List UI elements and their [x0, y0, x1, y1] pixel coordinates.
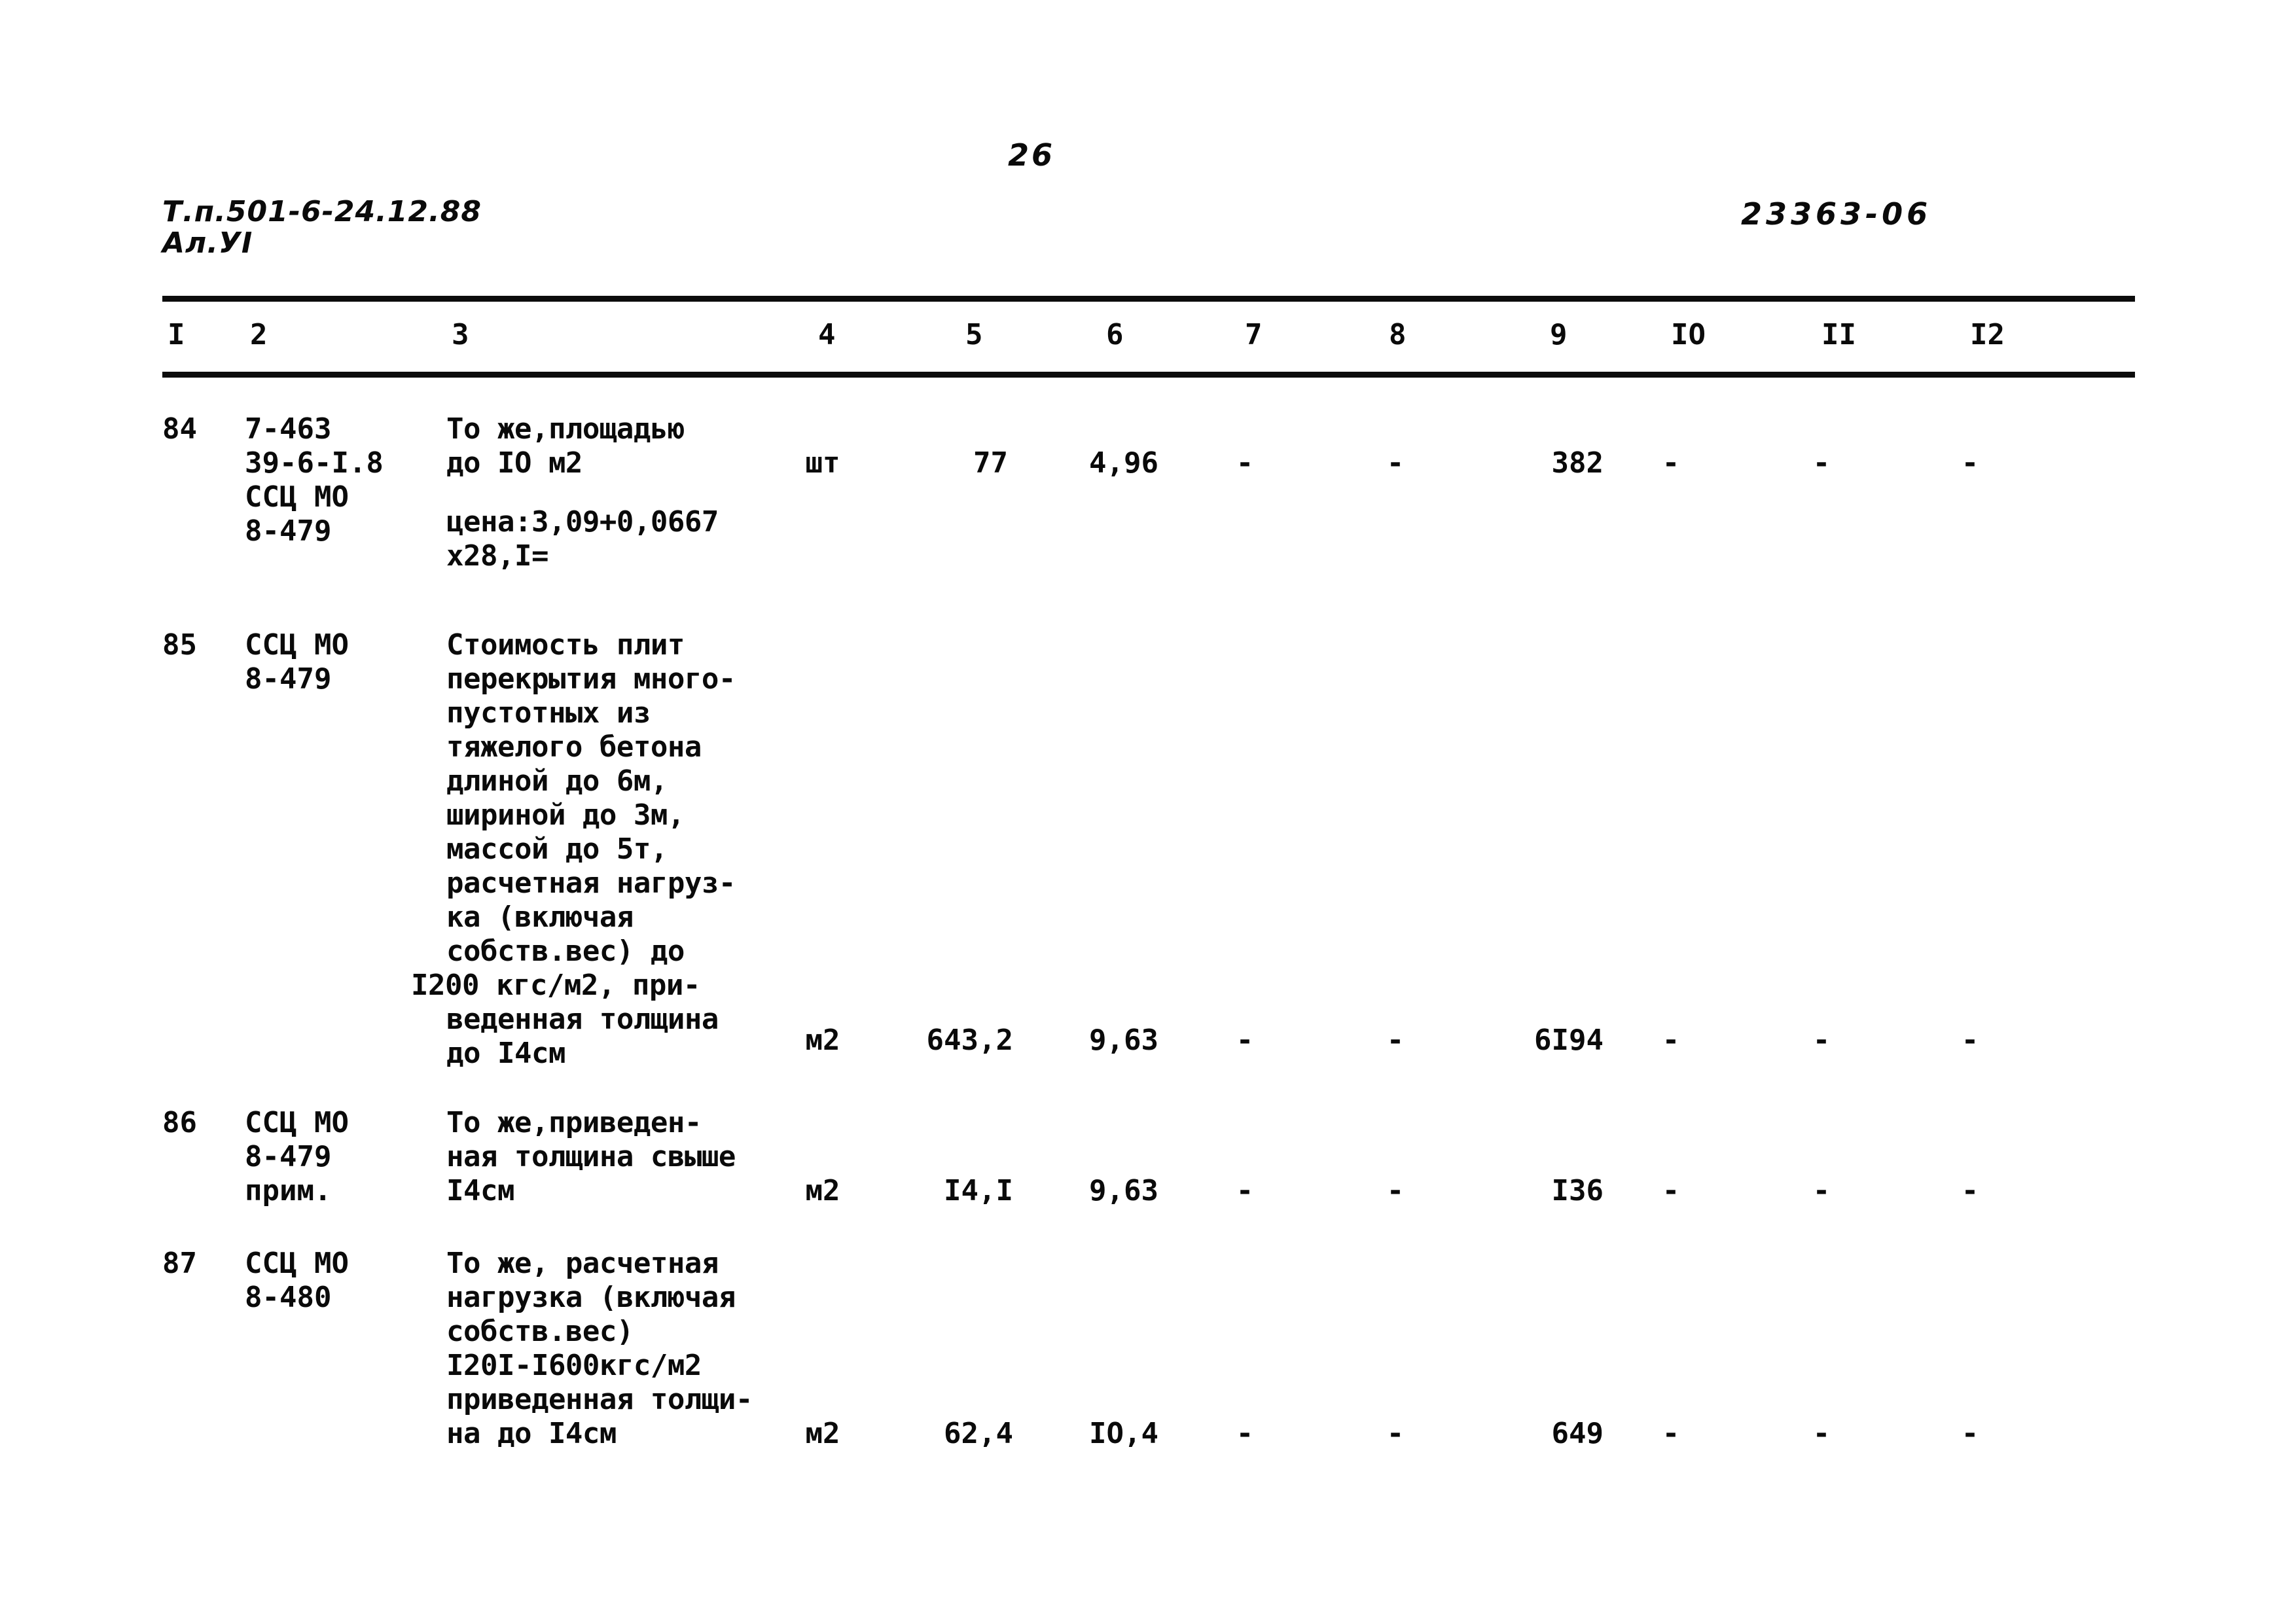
column-header-2: 2 [250, 318, 268, 351]
table-row-84-col-10: - [1662, 446, 1680, 480]
table-row-87-col-7: - [1236, 1417, 1254, 1450]
table-row-84-col-11: - [1812, 446, 1831, 480]
table-row-86-col-1: 86 [162, 1106, 197, 1139]
document-page: 26 Т.п.501-6-24.12.88 Ал.УI 23363-06 I 2 … [0, 0, 2296, 1623]
table-row-84-col-9: 382 [1551, 446, 1604, 480]
table-row-85-col-8: - [1386, 1024, 1405, 1057]
table-row-84-col-7: - [1236, 446, 1254, 480]
column-header-3: 3 [452, 318, 469, 351]
table-row-85-col-10: - [1662, 1024, 1680, 1057]
table-row-84-col-4: шт [805, 446, 840, 480]
table-row-85-col-3-outdent: I200 кгс/м2, при- [411, 969, 700, 1002]
document-code-left: Т.п.501-6-24.12.88 Ал.УI [162, 196, 482, 259]
table-row-87-col-8: - [1386, 1417, 1405, 1450]
document-code-right: 23363-06 [1741, 196, 1932, 232]
page-number: 26 [1008, 137, 1056, 173]
column-header-12: I2 [1970, 318, 2005, 351]
column-header-9: 9 [1550, 318, 1568, 351]
document-code-left-line2: Ал.УI [162, 226, 253, 260]
table-row-84-col-1: 84 [162, 412, 197, 446]
table-row-84-col-2: 7-463 39-6-I.8 ССЦ МО 8-479 [245, 412, 384, 548]
table-row-86-col-10: - [1662, 1174, 1680, 1207]
table-row-84-col-12: - [1961, 446, 1979, 480]
table-row-85-col-12: - [1961, 1024, 1979, 1057]
table-row-86-col-3-main: То же,приведен- ная толщина свыше I4см [446, 1106, 736, 1207]
column-header-4: 4 [818, 318, 836, 351]
table-row-86-col-8: - [1386, 1174, 1405, 1207]
column-header-10: IO [1671, 318, 1706, 351]
table-row-87-col-11: - [1812, 1417, 1831, 1450]
table-row-85-col-6: 9,63 [1089, 1024, 1158, 1057]
table-row-87-col-3-main: То же, расчетная нагрузка (включая собст… [446, 1247, 753, 1450]
document-code-left-line1: Т.п.501-6-24.12.88 [162, 195, 482, 228]
table-row-84-col-5: 77 [973, 446, 1008, 480]
column-header-5: 5 [965, 318, 983, 351]
table-row-86-col-9: I36 [1551, 1174, 1604, 1207]
table-row-85-col-9: 6I94 [1534, 1024, 1604, 1057]
column-header-6: 6 [1106, 318, 1124, 351]
table-row-87-col-5: 62,4 [944, 1417, 1013, 1450]
table-row-87-col-1: 87 [162, 1247, 197, 1280]
table-row-86-col-5: I4,I [944, 1174, 1013, 1207]
table-row-86-col-12: - [1961, 1174, 1979, 1207]
table-row-85-col-2: ССЦ МО 8-479 [245, 628, 349, 696]
column-header-7: 7 [1245, 318, 1263, 351]
column-header-8: 8 [1389, 318, 1407, 351]
table-row-85-col-3-main: Стоимость плит перекрытия много- пустотн… [446, 628, 736, 968]
table-row-87-col-6: IO,4 [1089, 1417, 1158, 1450]
table-row-85-col-1: 85 [162, 628, 197, 662]
column-header-11: II [1821, 318, 1856, 351]
table-row-87-col-10: - [1662, 1417, 1680, 1450]
table-row-85-col-11: - [1812, 1024, 1831, 1057]
table-row-85-col-4: м2 [805, 1024, 840, 1057]
table-row-86-col-6: 9,63 [1089, 1174, 1158, 1207]
table-row-87-col-12: - [1961, 1417, 1979, 1450]
table-row-86-col-4: м2 [805, 1174, 840, 1207]
table-rule-bottom [162, 372, 2135, 378]
table-row-86-col-7: - [1236, 1174, 1254, 1207]
table-row-87-col-2: ССЦ МО 8-480 [245, 1247, 349, 1314]
table-row-86-col-11: - [1812, 1174, 1831, 1207]
table-rule-top [162, 296, 2135, 302]
table-row-87-col-9: 649 [1551, 1417, 1604, 1450]
table-row-84-col-8: - [1386, 446, 1405, 480]
table-row-85-col-5: 643,2 [926, 1024, 1013, 1057]
table-row-84-col-3-extra: цена:3,09+0,0667 х28,I= [446, 505, 719, 573]
column-header-1: I [168, 318, 185, 351]
table-row-87-col-4: м2 [805, 1417, 840, 1450]
table-row-84-col-3-main: То же,площадью до IO м2 [446, 412, 685, 480]
table-row-85-col-3-tail: веденная толщина до I4см [446, 1003, 719, 1070]
table-row-84-col-6: 4,96 [1089, 446, 1158, 480]
table-row-86-col-2: ССЦ МО 8-479 прим. [245, 1106, 349, 1207]
table-row-85-col-7: - [1236, 1024, 1254, 1057]
